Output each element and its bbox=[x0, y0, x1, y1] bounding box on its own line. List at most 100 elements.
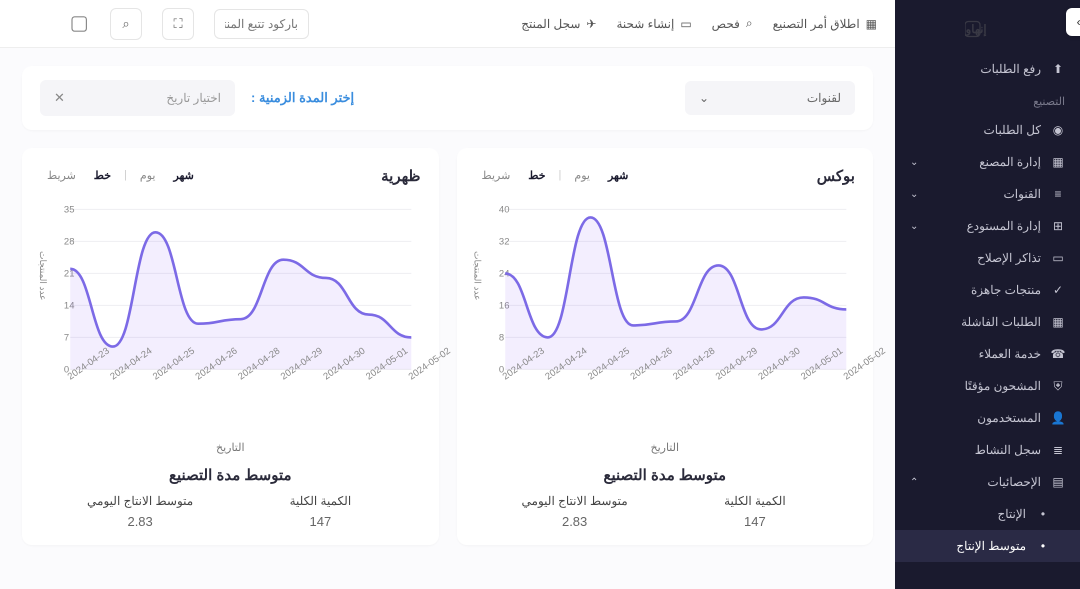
sidebar-label: إدارة المستودع bbox=[967, 219, 1041, 233]
chart-tabs: شهر يوم | خط شريط bbox=[40, 166, 201, 185]
tab-day[interactable]: يوم bbox=[567, 166, 597, 185]
channel-select[interactable]: لقنوات ⌄ bbox=[685, 81, 855, 115]
tab-bar[interactable]: شريط bbox=[40, 166, 83, 185]
topbar: ▦ اطلاق أمر التصنيع ⌕ فحص ▭ إنشاء شحنة ✈… bbox=[0, 0, 895, 48]
sidebar: » إنهاوس ⬆ رفع الطلبات التصنيع ◉ كل الطل… bbox=[895, 0, 1080, 589]
svg-text:إنهاوس: إنهاوس bbox=[965, 23, 987, 37]
tab-line[interactable]: خط bbox=[521, 166, 552, 185]
stat-label-total: الكمية الكلية bbox=[665, 494, 845, 508]
dot-icon: • bbox=[1036, 507, 1050, 521]
sidebar-item-users[interactable]: 👤 المستخدمون bbox=[895, 402, 1080, 434]
fullscreen-button[interactable]: ⛶ bbox=[162, 8, 194, 40]
truck-icon: ▭ bbox=[680, 17, 691, 31]
svg-text:7: 7 bbox=[64, 333, 69, 344]
tab-bar[interactable]: شريط bbox=[475, 166, 518, 185]
sidebar-label: منتجات جاهزة bbox=[971, 283, 1041, 297]
sidebar-subitem-avg-production[interactable]: • متوسط الإنتاج bbox=[895, 530, 1080, 562]
clear-icon[interactable]: ✕ bbox=[54, 90, 65, 106]
sidebar-collapse-button[interactable]: » bbox=[1066, 8, 1080, 36]
chevron-down-icon: ⌄ bbox=[699, 91, 709, 105]
topbar-label: فحص bbox=[712, 17, 740, 31]
topbar-label: سجل المنتج bbox=[521, 17, 580, 31]
y-axis-label: عدد المنتجات bbox=[38, 251, 48, 301]
dot-icon: • bbox=[1036, 539, 1050, 553]
sidebar-item-statistics[interactable]: ▤ الإحصائيات ⌃ bbox=[895, 466, 1080, 498]
stat-value-total: 147 bbox=[665, 514, 845, 529]
tab-month[interactable]: شهر bbox=[166, 166, 200, 185]
sidebar-item-failed-orders[interactable]: ▦ الطلبات الفاشلة bbox=[895, 306, 1080, 338]
sidebar-label: القنوات bbox=[1003, 187, 1041, 201]
sidebar-item-repair-tickets[interactable]: ▭ تذاكر الإصلاح bbox=[895, 242, 1080, 274]
svg-text:2024-05-02: 2024-05-02 bbox=[841, 346, 887, 383]
warehouse-icon: ⊞ bbox=[1051, 219, 1065, 233]
stat-label-total: الكمية الكلية bbox=[230, 494, 410, 508]
svg-text:8: 8 bbox=[498, 333, 503, 344]
topbar-product-log[interactable]: ✈ سجل المنتج bbox=[521, 17, 596, 31]
topbar-label: إنشاء شحنة bbox=[616, 17, 674, 31]
stats-icon: ▤ bbox=[1051, 475, 1065, 489]
channels-icon: ≡ bbox=[1051, 187, 1065, 201]
chart-card-box: بوكس شهر يوم | خط شريط عدد المنتجات 0816… bbox=[457, 148, 874, 545]
sidebar-label: الطلبات الفاشلة bbox=[961, 315, 1041, 329]
chart-card-back: ظهرية شهر يوم | خط شريط عدد المنتجات 071… bbox=[22, 148, 439, 545]
filter-bar: لقنوات ⌄ إختر المدة الزمنية : اختيار تار… bbox=[22, 66, 873, 130]
search-icon: ⌕ bbox=[122, 16, 129, 32]
sidebar-section-manufacturing: التصنيع bbox=[895, 85, 1080, 114]
factory-icon: ▦ bbox=[1051, 155, 1065, 169]
x-axis-label: التاريخ bbox=[475, 441, 856, 454]
sidebar-item-factory-mgmt[interactable]: ▦ إدارة المصنع ⌄ bbox=[895, 146, 1080, 178]
stat-label-avg: متوسط الانتاج اليومي bbox=[50, 494, 230, 508]
globe-icon: ◉ bbox=[1051, 123, 1065, 137]
brand-logo: إنهاوس bbox=[18, 12, 90, 36]
sidebar-item-upload-orders[interactable]: ⬆ رفع الطلبات bbox=[895, 53, 1080, 85]
y-axis-label: عدد المنتجات bbox=[473, 251, 483, 301]
stat-value-total: 147 bbox=[230, 514, 410, 529]
tab-month[interactable]: شهر bbox=[601, 166, 635, 185]
fail-icon: ▦ bbox=[1051, 315, 1065, 329]
search-icon: ⌕ bbox=[746, 16, 753, 31]
tab-line[interactable]: خط bbox=[87, 166, 118, 185]
date-picker[interactable]: اختيار تاريخ ✕ bbox=[40, 80, 235, 116]
sidebar-label: المشحون مؤقتًا bbox=[965, 379, 1041, 393]
sidebar-item-activity-log[interactable]: ≣ سجل النشاط bbox=[895, 434, 1080, 466]
stat-label-avg: متوسط الانتاج اليومي bbox=[485, 494, 665, 508]
chevron-up-icon: ⌃ bbox=[910, 477, 918, 488]
chart-tabs: شهر يوم | خط شريط bbox=[475, 166, 636, 185]
date-placeholder: اختيار تاريخ bbox=[166, 91, 221, 105]
select-label: لقنوات bbox=[807, 91, 841, 105]
sidebar-item-all-orders[interactable]: ◉ كل الطلبات bbox=[895, 114, 1080, 146]
sidebar-item-channels[interactable]: ≡ القنوات ⌄ bbox=[895, 178, 1080, 210]
log-icon: ≣ bbox=[1051, 443, 1065, 457]
svg-text:32: 32 bbox=[498, 237, 509, 248]
sidebar-item-warehouse-mgmt[interactable]: ⊞ إدارة المستودع ⌄ bbox=[895, 210, 1080, 242]
upload-icon: ⬆ bbox=[1051, 62, 1065, 76]
check-icon: ✓ bbox=[1051, 283, 1065, 297]
sidebar-label: تذاكر الإصلاح bbox=[977, 251, 1041, 265]
sidebar-label: خدمة العملاء bbox=[979, 347, 1041, 361]
stats-title: متوسط مدة التصنيع bbox=[40, 466, 421, 484]
topbar-release-order[interactable]: ▦ اطلاق أمر التصنيع bbox=[773, 17, 877, 31]
topbar-label: اطلاق أمر التصنيع bbox=[773, 17, 860, 31]
tab-day[interactable]: يوم bbox=[133, 166, 163, 185]
sidebar-item-temp-shipped[interactable]: ⛨ المشحون مؤقتًا bbox=[895, 370, 1080, 402]
sidebar-label: الإحصائيات bbox=[987, 475, 1041, 489]
topbar-create-shipment[interactable]: ▭ إنشاء شحنة bbox=[616, 17, 691, 31]
sidebar-label: المستخدمون bbox=[977, 411, 1041, 425]
chart-title: بوكس bbox=[817, 167, 855, 185]
chart-area-back: عدد المنتجات 07142128352024-04-232024-04… bbox=[40, 201, 421, 401]
send-icon: ✈ bbox=[586, 17, 596, 31]
sidebar-label: رفع الطلبات bbox=[980, 62, 1041, 76]
search-button[interactable]: ⌕ bbox=[110, 8, 142, 40]
period-label: إختر المدة الزمنية : bbox=[251, 90, 354, 106]
chart-title: ظهرية bbox=[381, 167, 420, 185]
stats-title: متوسط مدة التصنيع bbox=[475, 466, 856, 484]
x-axis-label: التاريخ bbox=[40, 441, 421, 454]
barcode-input[interactable] bbox=[214, 9, 309, 39]
sidebar-item-ready-products[interactable]: ✓ منتجات جاهزة bbox=[895, 274, 1080, 306]
svg-text:40: 40 bbox=[498, 205, 509, 216]
shield-icon: ⛨ bbox=[1051, 379, 1065, 393]
topbar-inspect[interactable]: ⌕ فحص bbox=[712, 16, 753, 31]
sidebar-item-customer-service[interactable]: ☎ خدمة العملاء bbox=[895, 338, 1080, 370]
sidebar-subitem-production[interactable]: • الإنتاج bbox=[895, 498, 1080, 530]
grid-icon: ▦ bbox=[866, 17, 877, 31]
